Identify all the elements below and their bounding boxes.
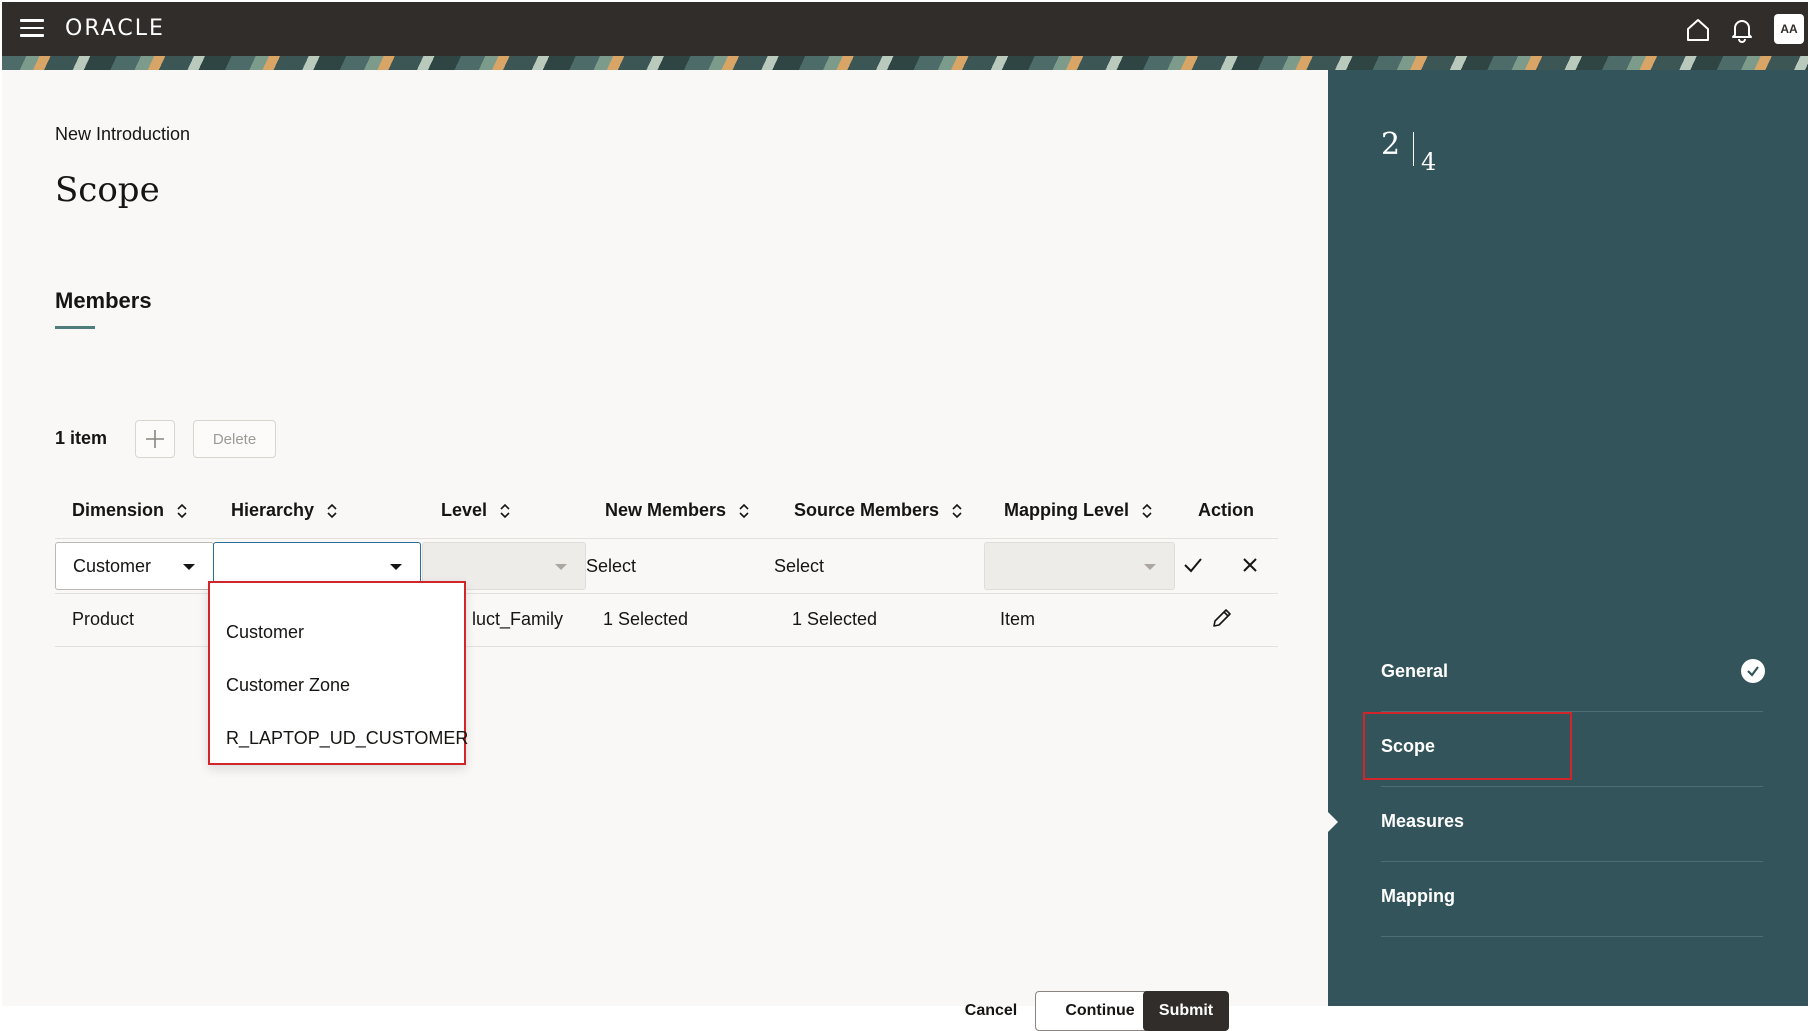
step-scope[interactable]: Scope — [1381, 736, 1435, 757]
chevron-down-icon — [1144, 564, 1156, 570]
current-step-number: 2 — [1381, 127, 1401, 162]
column-label: Mapping Level — [1004, 500, 1130, 520]
section-underline — [55, 326, 95, 329]
column-header-source-members[interactable]: Source Members — [794, 500, 963, 521]
plus-icon — [146, 430, 164, 448]
column-label: Dimension — [72, 500, 165, 520]
home-icon[interactable] — [1684, 16, 1712, 44]
header-pattern — [2, 56, 1808, 70]
total-steps-number: 4 — [1421, 148, 1437, 176]
user-avatar[interactable]: AA — [1774, 14, 1804, 44]
dimension-value: Customer — [73, 555, 152, 576]
active-step-pointer — [1326, 810, 1338, 834]
column-header-dimension[interactable]: Dimension — [72, 500, 188, 521]
close-icon[interactable] — [1241, 556, 1259, 574]
menu-icon[interactable] — [20, 19, 44, 39]
step-divider — [1381, 936, 1763, 937]
submit-button[interactable]: Submit — [1143, 991, 1229, 1031]
top-bar: ORACLE AA — [2, 2, 1808, 56]
column-header-level[interactable]: Level — [441, 500, 511, 521]
sort-icon — [177, 503, 187, 518]
step-divider — [1381, 861, 1763, 862]
header-divider — [55, 538, 1278, 539]
check-icon[interactable] — [1182, 554, 1204, 576]
item-count: 1 item — [55, 428, 108, 448]
column-header-action: Action — [1198, 500, 1254, 521]
notifications-bell-icon[interactable] — [1728, 16, 1756, 44]
row-mapping-level: Item — [1000, 609, 1036, 629]
row-new-members: 1 Selected — [603, 609, 689, 629]
cancel-button[interactable]: Cancel — [957, 991, 1025, 1031]
column-header-mapping-level[interactable]: Mapping Level — [1004, 500, 1153, 521]
sort-icon — [1142, 503, 1152, 518]
row-level: luct_Family — [472, 609, 564, 629]
column-label: Source Members — [794, 500, 940, 520]
step-separator — [1413, 132, 1414, 166]
page-title: Scope — [55, 170, 160, 210]
column-label: Action — [1198, 500, 1254, 520]
dropdown-option[interactable]: Customer — [226, 622, 304, 643]
dropdown-option[interactable]: R_LAPTOP_UD_CUSTOMER — [226, 728, 468, 749]
step-measures[interactable]: Measures — [1381, 811, 1464, 832]
app-frame: ORACLE AA New Introduction Scope Members… — [0, 0, 1810, 1031]
dropdown-option[interactable]: Customer Zone — [226, 675, 350, 696]
sort-icon — [500, 503, 510, 518]
row-source-members: 1 Selected — [792, 609, 878, 629]
sort-icon — [739, 503, 749, 518]
edit-pencil-icon[interactable] — [1210, 606, 1234, 630]
completed-check-icon — [1741, 659, 1765, 683]
column-header-new-members[interactable]: New Members — [605, 500, 750, 521]
step-general[interactable]: General — [1381, 661, 1448, 682]
chevron-down-icon — [183, 564, 195, 570]
source-members-select-link[interactable]: Select — [774, 556, 824, 577]
dimension-select[interactable]: Customer — [55, 542, 214, 590]
step-divider — [1381, 786, 1763, 787]
section-title-members: Members — [55, 288, 152, 313]
column-header-hierarchy[interactable]: Hierarchy — [231, 500, 338, 521]
new-members-select-link[interactable]: Select — [586, 556, 636, 577]
delete-button[interactable]: Delete — [193, 420, 276, 458]
step-mapping[interactable]: Mapping — [1381, 886, 1455, 907]
page-eyebrow: New Introduction — [55, 124, 191, 144]
oracle-logo: ORACLE — [65, 16, 165, 41]
column-label: New Members — [605, 500, 727, 520]
hierarchy-dropdown-list: Customer Customer Zone R_LAPTOP_UD_CUSTO… — [208, 581, 468, 765]
add-row-button[interactable] — [135, 420, 175, 458]
row-dimension: Product — [72, 609, 135, 629]
sort-icon — [327, 503, 337, 518]
chevron-down-icon — [555, 564, 567, 570]
chevron-down-icon — [390, 564, 402, 570]
column-label: Level — [441, 500, 488, 520]
mapping-level-select[interactable] — [984, 542, 1175, 590]
column-label: Hierarchy — [231, 500, 315, 520]
main-content: New Introduction Scope Members 1 item De… — [2, 70, 1328, 1031]
train-side-panel: 2 4 General Scope Measures Mapping — [1326, 70, 1808, 1006]
sort-icon — [952, 503, 962, 518]
